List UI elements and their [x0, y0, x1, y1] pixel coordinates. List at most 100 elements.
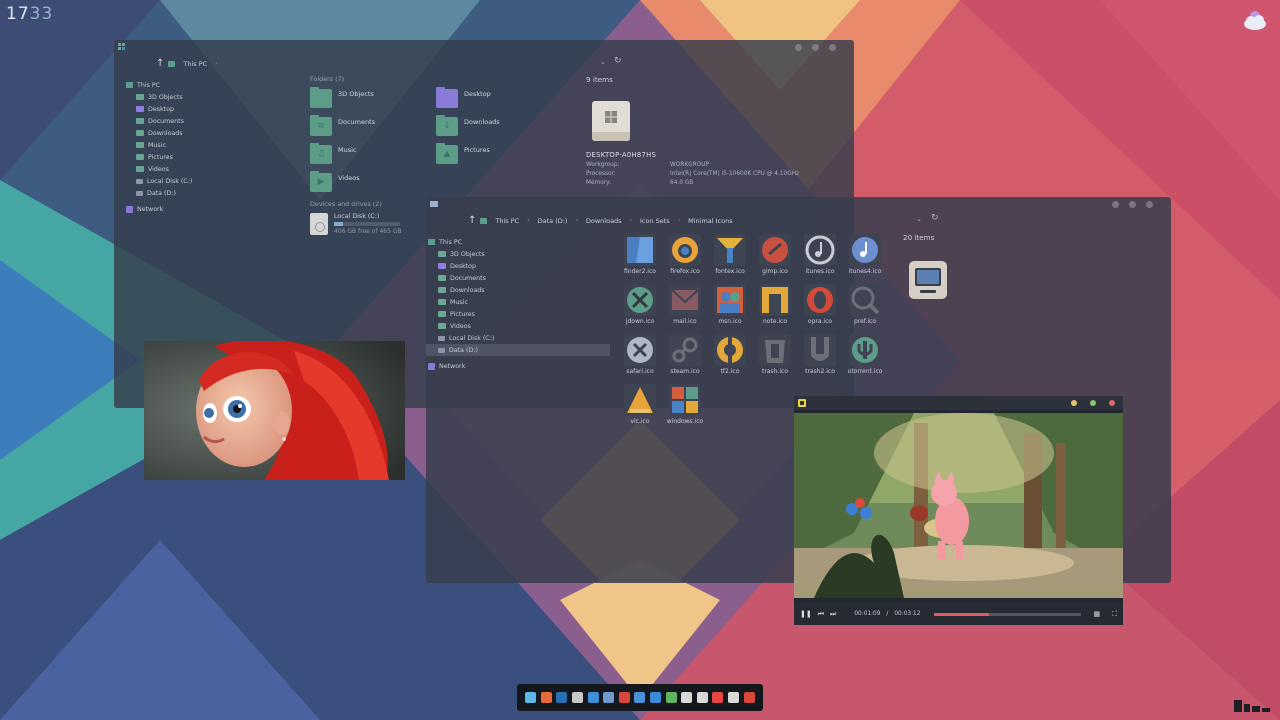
chevron-down-icon[interactable]: ⌄ [600, 58, 606, 66]
sidebar-item[interactable]: Documents [124, 115, 298, 127]
volume-dock-icon[interactable] [696, 692, 708, 703]
sidebar-item[interactable]: Local Disk (C:) [124, 175, 298, 187]
minimize-button[interactable] [1112, 201, 1119, 208]
icon-file-item[interactable]: itunes4.ico [840, 234, 890, 275]
icon-file-item[interactable]: tf2.ico [705, 334, 755, 375]
icon-file-item[interactable]: vlc.ico [615, 384, 665, 425]
sidebar-item[interactable]: 3D Objects [124, 91, 298, 103]
sidebar-item[interactable]: Data (D:) [426, 344, 610, 356]
folder-tile[interactable]: ▶ Videos [310, 171, 360, 192]
sidebar-item[interactable]: Network [426, 360, 610, 372]
maximize-button[interactable] [812, 44, 819, 51]
sidebar-item[interactable]: This PC [124, 79, 298, 91]
minimize-button[interactable] [795, 44, 802, 51]
sidebar-item[interactable]: Music [124, 139, 298, 151]
fullscreen-icon[interactable]: ⛶ [1112, 610, 1117, 619]
icon-file-item[interactable]: finder2.ico [615, 234, 665, 275]
folder-tile[interactable]: Desktop [436, 87, 491, 108]
sidebar-item[interactable]: Documents [426, 272, 610, 284]
up-arrow-icon[interactable]: ↑ [468, 215, 476, 226]
close-button[interactable] [1146, 201, 1153, 208]
breadcrumb-item[interactable]: This PC [179, 60, 211, 68]
icon-file-item[interactable]: trash2.ico [795, 334, 845, 375]
icon-file-item[interactable]: mail.ico [660, 284, 710, 325]
cloud-icon[interactable] [1242, 8, 1268, 32]
player-maximize-button[interactable] [1090, 400, 1096, 406]
icon-file-item[interactable]: utorrent.ico [840, 334, 890, 375]
display-dock-icon[interactable] [603, 692, 615, 703]
video-player-window[interactable]: ❚❚ ⏮ ⏭ 00:01:09 / 00:03:12 ▦ ⛶ [794, 396, 1123, 625]
settings-dock-icon[interactable] [634, 692, 646, 703]
icon-file-item[interactable]: firefox.ico [660, 234, 710, 275]
breadcrumb-item[interactable]: Downloads [582, 217, 626, 225]
sidebar-item[interactable]: Downloads [124, 127, 298, 139]
playlist-icon[interactable]: ▦ [1093, 610, 1100, 618]
firefox-dock-icon[interactable] [540, 692, 552, 703]
skip-back-icon[interactable]: ⏮ [818, 610, 824, 619]
app-store-dock-icon[interactable] [650, 692, 662, 703]
address-bar[interactable]: ↑ This PC › Data (D:) › Downloads › Icon Sets ›… [468, 215, 737, 226]
itunes-dock-icon[interactable] [572, 692, 584, 703]
sidebar-item[interactable]: Local Disk (C:) [426, 332, 610, 344]
icon-file-item[interactable]: trash.ico [750, 334, 800, 375]
sidebar-item[interactable]: Desktop [426, 260, 610, 272]
close-button[interactable] [829, 44, 836, 51]
finder-dock-icon[interactable] [525, 692, 537, 703]
player-close-button[interactable] [1109, 400, 1115, 406]
breadcrumb-item[interactable]: Icon Sets [636, 217, 674, 225]
up-arrow-icon[interactable]: ↑ [156, 58, 164, 69]
player-minimize-button[interactable] [1071, 400, 1077, 406]
icon-file-item[interactable]: itunes.ico [795, 234, 845, 275]
sidebar-item[interactable]: This PC [426, 236, 610, 248]
icon-file-item[interactable]: msn.ico [705, 284, 755, 325]
video-frame[interactable] [794, 413, 1123, 598]
player-title-bar[interactable] [794, 396, 1123, 410]
sidebar-item[interactable]: 3D Objects [426, 248, 610, 260]
folder-tile[interactable]: ▲ Pictures [436, 143, 490, 164]
opera-dock-icon[interactable] [618, 692, 630, 703]
icon-file-item[interactable]: gimp.ico [750, 234, 800, 275]
address-bar[interactable]: ↑ This PC › [156, 58, 218, 69]
navigation-pane: This PC 3D Objects Desktop Documents Downloa… [426, 236, 610, 372]
sidebar-item[interactable]: Desktop [124, 103, 298, 115]
sidebar-item[interactable]: Network [124, 203, 298, 215]
search-dock-icon[interactable] [681, 692, 693, 703]
folder-tile[interactable]: ≡ Documents [310, 115, 375, 136]
icon-file-item[interactable]: note.ico [750, 284, 800, 325]
icon-file-item[interactable]: opra.ico [795, 284, 845, 325]
tray-bars-icon[interactable] [1234, 696, 1270, 712]
sidebar-item[interactable]: Videos [124, 163, 298, 175]
icon-file-item[interactable]: safari.ico [615, 334, 665, 375]
sidebar-item[interactable]: Pictures [124, 151, 298, 163]
sidebar-item[interactable]: Downloads [426, 284, 610, 296]
photoshop-dock-icon[interactable] [556, 692, 568, 703]
pause-icon[interactable]: ❚❚ [800, 610, 812, 618]
folder-tile[interactable]: ↓ Downloads [436, 115, 500, 136]
chevron-down-icon[interactable]: ⌄ [916, 215, 922, 223]
icon-file-item[interactable]: windows.ico [660, 384, 710, 425]
breadcrumb-item[interactable]: Data (D:) [534, 217, 572, 225]
seek-bar[interactable] [934, 612, 1082, 616]
folder-tile[interactable]: 3D Objects [310, 87, 374, 108]
sidebar-item[interactable]: Data (D:) [124, 187, 298, 199]
trash-dock-icon[interactable] [728, 692, 740, 703]
power-dock-icon[interactable] [743, 692, 755, 703]
icon-file-item[interactable]: pref.ico [840, 284, 890, 325]
sidebar-item[interactable]: Music [426, 296, 610, 308]
breadcrumb-item[interactable]: This PC [491, 217, 523, 225]
sidebar-item[interactable]: Videos [426, 320, 610, 332]
skip-forward-icon[interactable]: ⏭ [830, 610, 836, 619]
refresh-icon[interactable]: ↻ [614, 56, 622, 66]
icon-file-item[interactable]: fontex.ico [705, 234, 755, 275]
sidebar-item[interactable]: Pictures [426, 308, 610, 320]
refresh-icon[interactable]: ↻ [931, 213, 939, 223]
download-dock-icon[interactable] [665, 692, 677, 703]
mail-dock-icon[interactable] [587, 692, 599, 703]
icon-file-item[interactable]: steam.ico [660, 334, 710, 375]
document-dock-icon[interactable] [712, 692, 724, 703]
drive-tile-c[interactable]: Local Disk (C:) 406 GB free of 465 GB [310, 213, 402, 235]
maximize-button[interactable] [1129, 201, 1136, 208]
breadcrumb-item[interactable]: Minimal Icons [684, 217, 737, 225]
icon-file-item[interactable]: jdown.ico [615, 284, 665, 325]
folder-tile[interactable]: ♫ Music [310, 143, 357, 164]
